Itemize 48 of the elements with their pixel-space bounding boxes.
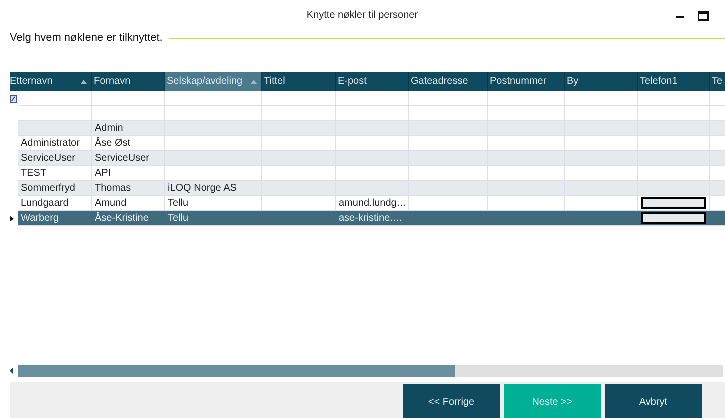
horizontal-scrollbar[interactable] bbox=[18, 365, 723, 377]
phone-input-field[interactable] bbox=[641, 212, 706, 224]
table-cell: TEST bbox=[21, 168, 47, 178]
sort-arrow-icon bbox=[251, 80, 257, 84]
column-header[interactable]: E-post bbox=[336, 72, 409, 91]
wizard-button[interactable]: Avbryt bbox=[605, 384, 702, 418]
table-cell: Sommerfryd bbox=[21, 182, 76, 194]
table-cell: ase-kristine.… bbox=[339, 212, 403, 224]
current-row-icon bbox=[10, 216, 14, 222]
table-row[interactable]: TEST API bbox=[18, 166, 725, 181]
table-cell: Lundgaard bbox=[21, 198, 69, 208]
column-header[interactable]: Fornavn bbox=[92, 72, 165, 91]
table-cell: API bbox=[95, 168, 112, 178]
column-header[interactable]: Tittel bbox=[262, 72, 336, 91]
column-header[interactable]: Gateadresse bbox=[409, 72, 488, 91]
table-cell: iLOQ Norge AS bbox=[168, 182, 237, 194]
table-cell: ServiceUser bbox=[95, 152, 150, 164]
column-header[interactable]: Telefon1 bbox=[638, 72, 710, 91]
table-cell: Tellu bbox=[168, 212, 189, 224]
table-cell: amund.lundg… bbox=[339, 198, 407, 208]
new-row-icon bbox=[10, 94, 17, 102]
table-cell: ServiceUser bbox=[21, 152, 76, 164]
table-row[interactable]: Admin bbox=[18, 121, 725, 136]
table-row[interactable]: Sommerfryd Thomas iLOQ Norge AS bbox=[18, 181, 725, 196]
sort-arrow-icon bbox=[81, 80, 87, 84]
column-header[interactable]: Te bbox=[710, 72, 725, 91]
table-cell: Åse Øst bbox=[95, 138, 131, 148]
instruction-text: Velg hvem nøklene er tilknyttet. bbox=[10, 32, 163, 44]
column-header[interactable]: Etternavn bbox=[10, 72, 92, 91]
column-header[interactable]: By bbox=[565, 72, 638, 91]
table-row[interactable]: Lundgaard Amund Tellu amund.lundg… bbox=[18, 196, 725, 211]
window-title: Knytte nøkler til personer bbox=[306, 10, 418, 20]
table-cell: Administrator bbox=[21, 138, 80, 148]
column-header[interactable]: Postnummer bbox=[488, 72, 565, 91]
table-cell: Tellu bbox=[168, 198, 189, 208]
scroll-left-icon[interactable] bbox=[10, 368, 13, 374]
table-row[interactable]: ServiceUser ServiceUser bbox=[18, 151, 725, 166]
table-cell: Amund bbox=[95, 198, 127, 208]
table-cell: Thomas bbox=[95, 182, 132, 194]
table-cell: Admin bbox=[95, 122, 124, 134]
table-row[interactable]: Administrator Åse Øst bbox=[18, 136, 725, 151]
maximize-icon[interactable] bbox=[698, 11, 709, 21]
column-header[interactable]: Selskap/avdeling bbox=[165, 72, 262, 91]
table-cell: Warberg bbox=[21, 212, 59, 224]
table-cell: Åse-Kristine bbox=[95, 212, 149, 224]
phone-input-field[interactable] bbox=[641, 197, 706, 209]
table-row[interactable]: Warberg Åse-Kristine Tellu ase-kristine.… bbox=[18, 211, 725, 226]
wizard-button[interactable]: << Forrige bbox=[403, 384, 500, 418]
